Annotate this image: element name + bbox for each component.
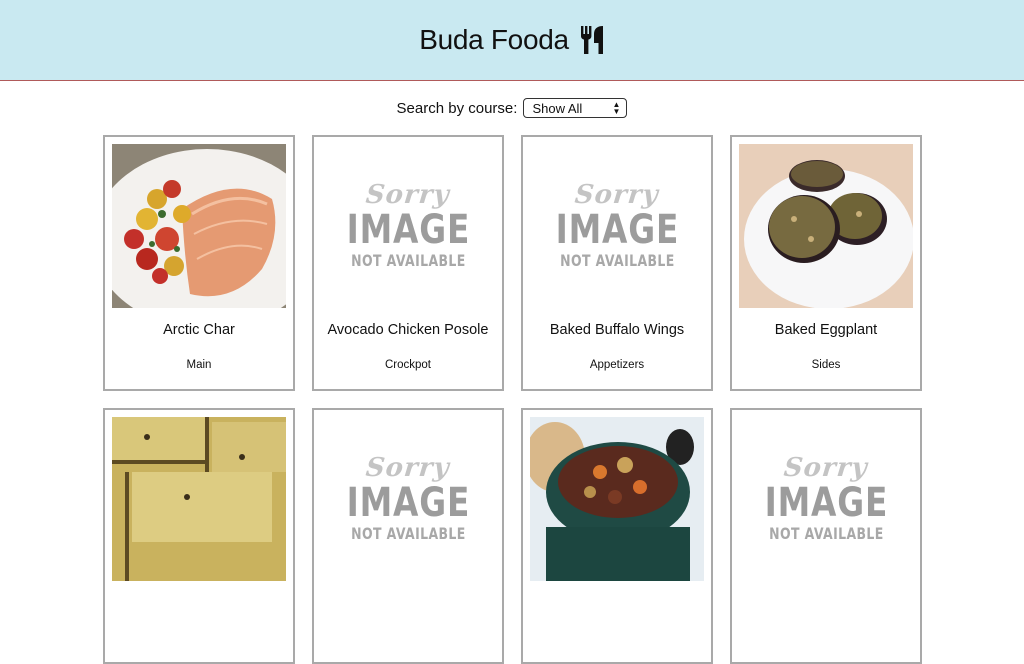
image-not-available-placeholder: Sorry IMAGE NOT AVAILABLE bbox=[739, 417, 913, 581]
fork-knife-icon bbox=[580, 26, 603, 54]
placeholder-image-text: IMAGE bbox=[764, 480, 888, 526]
placeholder-not-available-text: NOT AVAILABLE bbox=[559, 251, 675, 270]
image-not-available-placeholder: Sorry IMAGE NOT AVAILABLE bbox=[530, 144, 704, 308]
recipe-card[interactable]: Sorry IMAGE NOT AVAILABLE Baked Buffalo … bbox=[521, 135, 713, 391]
placeholder-sorry-text: Sorry bbox=[573, 180, 661, 210]
recipe-card[interactable]: Baked Eggplant Sides bbox=[730, 135, 922, 391]
placeholder-not-available-text: NOT AVAILABLE bbox=[768, 524, 884, 543]
placeholder-image-text: IMAGE bbox=[346, 480, 470, 526]
recipe-name: Baked Buffalo Wings bbox=[549, 322, 685, 338]
placeholder-image-text: IMAGE bbox=[346, 207, 470, 253]
recipe-photo-baked-eggplant bbox=[739, 144, 913, 308]
course-select-value: Show All bbox=[532, 100, 583, 116]
placeholder-sorry-text: Sorry bbox=[782, 453, 870, 483]
search-label: Search by course: bbox=[396, 99, 518, 117]
recipe-card[interactable] bbox=[521, 408, 713, 664]
site-title[interactable]: Buda Fooda bbox=[419, 24, 605, 56]
course-select[interactable]: Show All ▲ ▼ bbox=[523, 98, 628, 118]
placeholder-sorry-text: Sorry bbox=[364, 180, 452, 210]
recipe-photo-stew bbox=[530, 417, 704, 581]
recipe-course: Crockpot bbox=[384, 359, 432, 371]
recipe-grid: Arctic Char Main Sorry IMAGE NOT AVAILAB… bbox=[103, 135, 922, 664]
select-arrows-icon: ▲ ▼ bbox=[612, 100, 621, 116]
recipe-card[interactable]: Sorry IMAGE NOT AVAILABLE Avocado Chicke… bbox=[312, 135, 504, 391]
recipe-course: Appetizers bbox=[589, 359, 645, 371]
recipe-course: Sides bbox=[811, 359, 841, 371]
image-not-available-placeholder: Sorry IMAGE NOT AVAILABLE bbox=[321, 417, 495, 581]
recipe-course: Main bbox=[186, 359, 212, 371]
placeholder-not-available-text: NOT AVAILABLE bbox=[350, 524, 466, 543]
recipe-photo-arctic-char bbox=[112, 144, 286, 308]
site-title-text: Buda Fooda bbox=[419, 24, 569, 55]
placeholder-image-text: IMAGE bbox=[555, 207, 679, 253]
search-bar: Search by course: Show All ▲ ▼ bbox=[0, 81, 1024, 133]
recipe-name: Avocado Chicken Posole bbox=[327, 322, 489, 338]
placeholder-not-available-text: NOT AVAILABLE bbox=[350, 251, 466, 270]
recipe-card[interactable] bbox=[103, 408, 295, 664]
recipe-card[interactable]: Arctic Char Main bbox=[103, 135, 295, 391]
recipe-card[interactable]: Sorry IMAGE NOT AVAILABLE bbox=[730, 408, 922, 664]
site-header: Buda Fooda bbox=[0, 0, 1024, 81]
recipe-name: Arctic Char bbox=[163, 322, 235, 338]
placeholder-sorry-text: Sorry bbox=[364, 453, 452, 483]
image-not-available-placeholder: Sorry IMAGE NOT AVAILABLE bbox=[321, 144, 495, 308]
recipe-card[interactable]: Sorry IMAGE NOT AVAILABLE bbox=[312, 408, 504, 664]
recipe-photo-cornbread bbox=[112, 417, 286, 581]
recipe-name: Baked Eggplant bbox=[774, 322, 878, 338]
